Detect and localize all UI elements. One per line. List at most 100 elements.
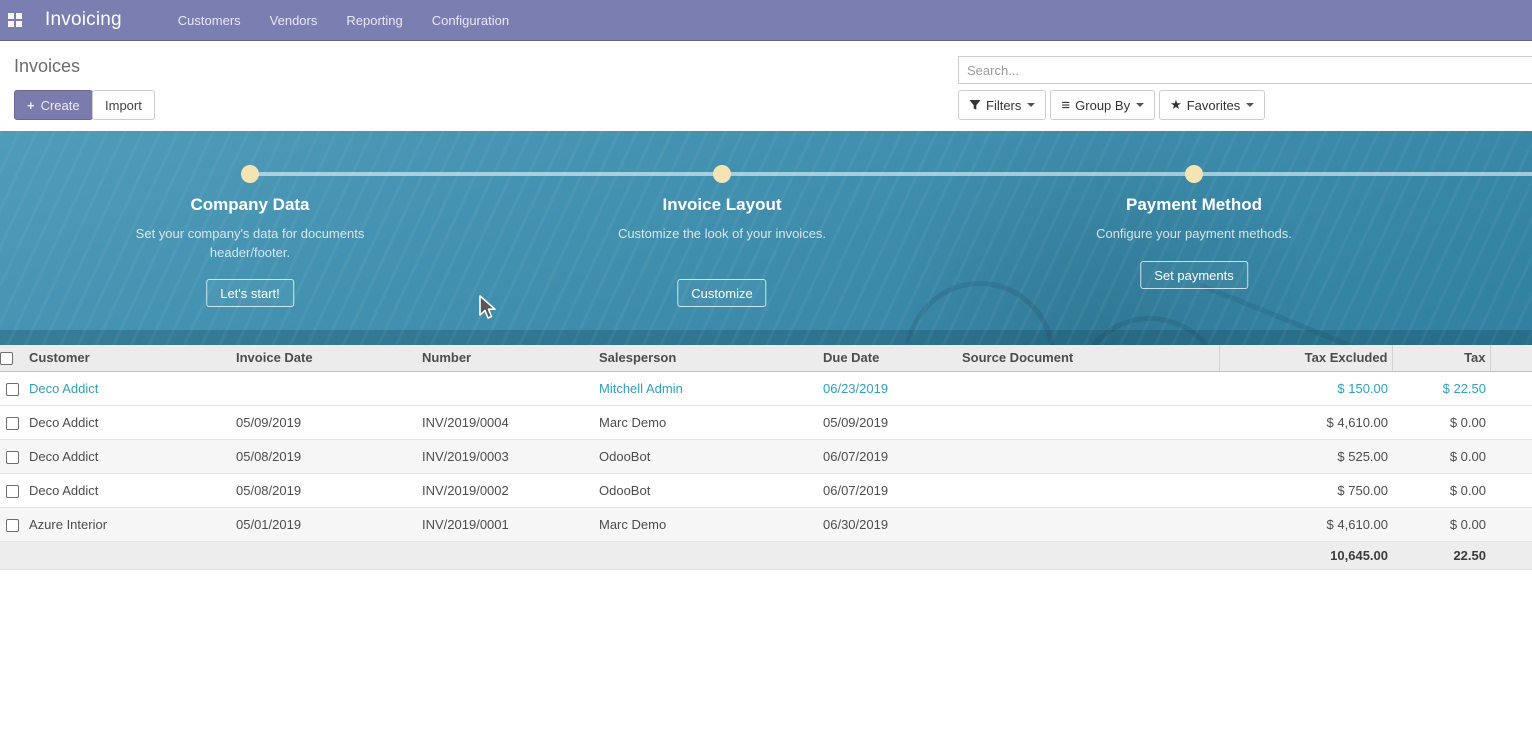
- cell-due-date[interactable]: 06/07/2019: [819, 473, 958, 507]
- cell-customer[interactable]: Azure Interior: [25, 507, 232, 541]
- apps-grid-icon[interactable]: [8, 13, 23, 28]
- chevron-down-icon: [1246, 103, 1254, 107]
- cell-tax[interactable]: $ 0.00: [1392, 405, 1490, 439]
- set-payments-button[interactable]: Set payments: [1140, 261, 1248, 289]
- table-row[interactable]: Deco Addict 05/09/2019 INV/2019/0004 Mar…: [0, 405, 1532, 439]
- cell-customer[interactable]: Deco Addict: [25, 405, 232, 439]
- menu-customers[interactable]: Customers: [178, 13, 241, 28]
- table-row[interactable]: Deco Addict 05/08/2019 INV/2019/0003 Odo…: [0, 439, 1532, 473]
- group-by-button[interactable]: ≡ Group By: [1050, 90, 1155, 120]
- cell-tax-excluded[interactable]: $ 150.00: [1219, 371, 1392, 405]
- cell-invoice-date[interactable]: 05/08/2019: [232, 439, 418, 473]
- step-dot-icon: [1185, 165, 1203, 183]
- favorites-button[interactable]: ★ Favorites: [1159, 90, 1265, 120]
- col-header-trailing: [1490, 345, 1532, 371]
- cell-due-date[interactable]: 05/09/2019: [819, 405, 958, 439]
- cell-trailing: [1490, 473, 1532, 507]
- cell-number[interactable]: INV/2019/0004: [418, 405, 595, 439]
- col-header-number[interactable]: Number: [418, 345, 595, 371]
- create-button[interactable]: + Create: [14, 90, 93, 120]
- invoice-table-body: Deco Addict Mitchell Admin 06/23/2019 $ …: [0, 371, 1532, 541]
- col-header-source-document[interactable]: Source Document: [958, 345, 1219, 371]
- row-checkbox[interactable]: [6, 485, 19, 498]
- menu-configuration[interactable]: Configuration: [432, 13, 509, 28]
- col-header-due-date[interactable]: Due Date: [819, 345, 958, 371]
- lets-start-button[interactable]: Let's start!: [206, 279, 294, 307]
- col-header-tax-excluded[interactable]: Tax Excluded: [1219, 345, 1392, 371]
- row-checkbox-cell: [0, 439, 25, 473]
- cell-number[interactable]: [418, 371, 595, 405]
- cell-customer[interactable]: Deco Addict: [25, 439, 232, 473]
- cell-salesperson[interactable]: Marc Demo: [595, 405, 819, 439]
- cell-tax[interactable]: $ 0.00: [1392, 473, 1490, 507]
- chevron-down-icon: [1136, 103, 1144, 107]
- cell-salesperson[interactable]: Mitchell Admin: [595, 371, 819, 405]
- col-header-customer[interactable]: Customer: [25, 345, 232, 371]
- cell-tax-excluded[interactable]: $ 4,610.00: [1219, 507, 1392, 541]
- cell-source-document[interactable]: [958, 371, 1219, 405]
- cell-source-document[interactable]: [958, 507, 1219, 541]
- row-checkbox[interactable]: [6, 519, 19, 532]
- cell-due-date[interactable]: 06/30/2019: [819, 507, 958, 541]
- cell-invoice-date[interactable]: [232, 371, 418, 405]
- total-tax-excluded: 10,645.00: [1219, 541, 1392, 569]
- menu-reporting[interactable]: Reporting: [346, 13, 402, 28]
- cell-tax[interactable]: $ 0.00: [1392, 507, 1490, 541]
- cell-salesperson[interactable]: OdooBot: [595, 473, 819, 507]
- cell-due-date[interactable]: 06/07/2019: [819, 439, 958, 473]
- total-tax: 22.50: [1392, 541, 1490, 569]
- filters-button[interactable]: Filters: [958, 90, 1046, 120]
- chevron-down-icon: [1027, 103, 1035, 107]
- cell-invoice-date[interactable]: 05/08/2019: [232, 473, 418, 507]
- cell-salesperson[interactable]: OdooBot: [595, 439, 819, 473]
- filter-funnel-icon: [969, 99, 981, 111]
- favorites-star-icon: ★: [1170, 97, 1182, 113]
- cell-trailing: [1490, 405, 1532, 439]
- step-description: Configure your payment methods.: [1069, 224, 1319, 243]
- cell-tax-excluded[interactable]: $ 750.00: [1219, 473, 1392, 507]
- cell-source-document[interactable]: [958, 473, 1219, 507]
- step-description: Customize the look of your invoices.: [597, 224, 847, 243]
- step-dot-icon: [241, 165, 259, 183]
- cell-trailing: [1490, 371, 1532, 405]
- cell-trailing: [1490, 439, 1532, 473]
- cell-invoice-date[interactable]: 05/01/2019: [232, 507, 418, 541]
- search-input[interactable]: [958, 56, 1532, 84]
- cell-tax[interactable]: $ 22.50: [1392, 371, 1490, 405]
- col-header-invoice-date[interactable]: Invoice Date: [232, 345, 418, 371]
- col-header-salesperson[interactable]: Salesperson: [595, 345, 819, 371]
- top-navbar: Invoicing Customers Vendors Reporting Co…: [0, 0, 1532, 41]
- table-header-row: Customer Invoice Date Number Salesperson…: [0, 345, 1532, 371]
- totals-row: 10,645.00 22.50: [0, 541, 1532, 569]
- invoice-list-table: Customer Invoice Date Number Salesperson…: [0, 345, 1532, 570]
- cell-number[interactable]: INV/2019/0001: [418, 507, 595, 541]
- onboarding-progress-line: [250, 172, 1532, 176]
- row-checkbox[interactable]: [6, 383, 19, 396]
- app-brand-title[interactable]: Invoicing: [45, 9, 122, 31]
- cell-salesperson[interactable]: Marc Demo: [595, 507, 819, 541]
- cell-tax-excluded[interactable]: $ 525.00: [1219, 439, 1392, 473]
- row-checkbox[interactable]: [6, 451, 19, 464]
- cell-due-date[interactable]: 06/23/2019: [819, 371, 958, 405]
- cell-invoice-date[interactable]: 05/09/2019: [232, 405, 418, 439]
- col-header-tax[interactable]: Tax: [1392, 345, 1490, 371]
- cell-source-document[interactable]: [958, 405, 1219, 439]
- cell-number[interactable]: INV/2019/0002: [418, 473, 595, 507]
- cell-tax-excluded[interactable]: $ 4,610.00: [1219, 405, 1392, 439]
- cell-number[interactable]: INV/2019/0003: [418, 439, 595, 473]
- step-description: Set your company's data for documents he…: [125, 224, 375, 262]
- cell-customer[interactable]: Deco Addict: [25, 371, 232, 405]
- cell-customer[interactable]: Deco Addict: [25, 473, 232, 507]
- table-row[interactable]: Azure Interior 05/01/2019 INV/2019/0001 …: [0, 507, 1532, 541]
- menu-vendors[interactable]: Vendors: [270, 13, 318, 28]
- table-row[interactable]: Deco Addict 05/08/2019 INV/2019/0002 Odo…: [0, 473, 1532, 507]
- plus-icon: +: [27, 98, 35, 113]
- search-filter-bar: Filters ≡ Group By ★ Favorites: [958, 90, 1269, 120]
- customize-button[interactable]: Customize: [677, 279, 766, 307]
- select-all-checkbox[interactable]: [0, 352, 13, 365]
- cell-tax[interactable]: $ 0.00: [1392, 439, 1490, 473]
- import-button[interactable]: Import: [92, 90, 155, 120]
- cell-source-document[interactable]: [958, 439, 1219, 473]
- row-checkbox[interactable]: [6, 417, 19, 430]
- table-row[interactable]: Deco Addict Mitchell Admin 06/23/2019 $ …: [0, 371, 1532, 405]
